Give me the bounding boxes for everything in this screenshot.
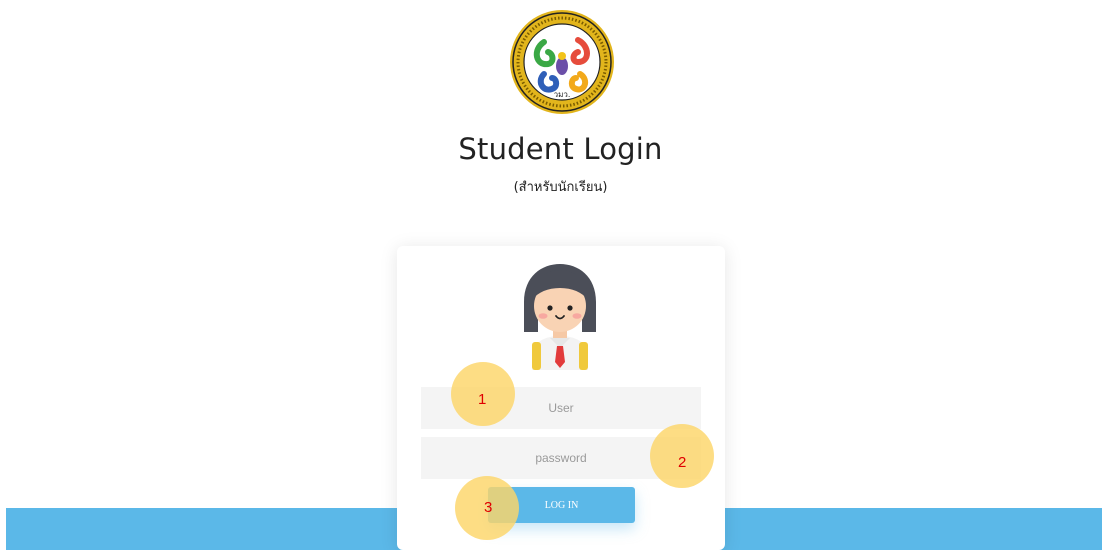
annotation-marker-3: 3 (455, 476, 519, 540)
svg-text:วมว.: วมว. (554, 90, 571, 99)
page-subtitle: (สำหรับนักเรียน) (513, 180, 608, 195)
marker-label: 1 (478, 391, 487, 408)
marker-label: 3 (484, 499, 493, 516)
school-emblem-icon: วมว. (510, 10, 614, 114)
marker-label: 2 (678, 454, 687, 471)
annotation-marker-1: 1 (451, 362, 515, 426)
page-title: Student Login (458, 132, 663, 166)
login-card: LOG IN (397, 246, 725, 550)
annotation-marker-2: 2 (650, 424, 714, 488)
student-avatar-icon (524, 264, 596, 370)
